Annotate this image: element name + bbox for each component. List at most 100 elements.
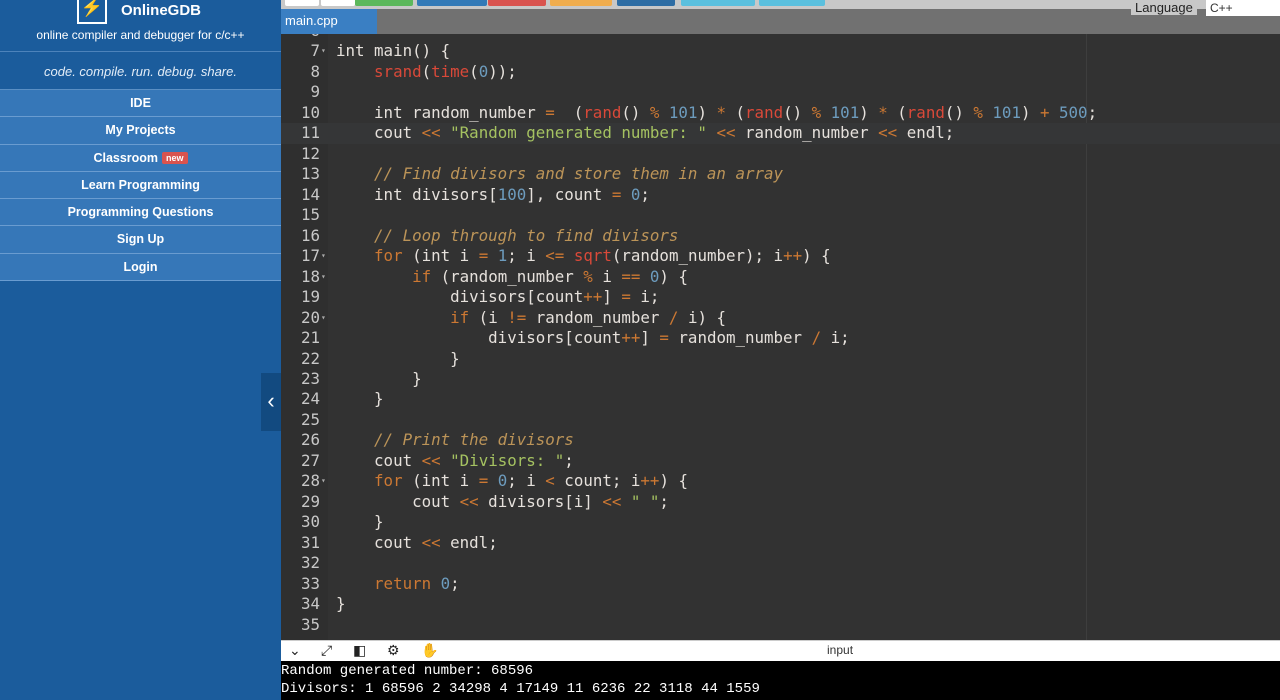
sidebar-item-sign-up[interactable]: Sign Up [0,226,281,254]
code-token: << [602,491,622,511]
toolbar-button[interactable] [285,0,319,6]
code-line[interactable]: 7 ▾ int main() { [281,41,1280,61]
code-line[interactable]: 9 [281,82,1280,102]
code-line[interactable]: 18 ▾ if (random_number % i == 0) { [281,267,1280,287]
code-line[interactable]: 28 ▾ for (int i = 0; i < count; i++) { [281,471,1280,491]
code-token: = [611,184,622,204]
sidebar-item-classroom[interactable]: Classroom new [0,144,281,172]
code-line[interactable]: 30 } [281,512,1280,532]
code-line[interactable]: 33 return 0; [281,574,1280,594]
code-line[interactable]: 13 // Find divisors and store them in an… [281,164,1280,184]
language-select[interactable]: C++ [1206,0,1280,16]
code-line[interactable]: 25 [281,410,1280,430]
code-line[interactable]: 31 cout << endl; [281,533,1280,553]
code-line[interactable]: 24 } [281,389,1280,409]
line-number: 15 [300,205,320,225]
collapse-sidebar-button[interactable]: ‹ [261,373,281,431]
program-output[interactable]: Random generated number: 68596 Divisors: … [281,661,1280,700]
code-text: if (random_number % i == 0) { [336,267,688,287]
code-line[interactable]: 10 int random_number = (rand() % 101) * … [281,103,1280,123]
sidebar-item-learn-programming[interactable]: Learn Programming [0,171,281,200]
code-line[interactable]: 16 // Loop through to find divisors [281,226,1280,246]
code-line[interactable]: 32 [281,553,1280,573]
code-token: 100 [497,184,527,204]
gear-icon[interactable]: ⚙ [387,642,400,659]
code-token: * [878,102,888,122]
code-token: random_number [668,328,812,348]
code-line[interactable]: 23 } [281,369,1280,389]
code-line[interactable]: 17 ▾ for (int i = 1; i <= sqrt(random_num… [281,246,1280,266]
toolbar-button[interactable] [681,0,755,6]
toolbar-button[interactable] [617,0,675,6]
toolbar-button[interactable] [321,0,355,6]
code-token: for [374,246,403,266]
code-text: } [336,389,384,409]
code-token: ( [469,61,479,81]
code-line[interactable]: 11 cout << "Random generated number: " <… [281,123,1280,144]
code-line[interactable]: 12 [281,144,1280,164]
clean-icon[interactable]: ✋ [421,642,438,659]
input-label[interactable]: input [827,643,853,657]
toolbar-button[interactable] [488,0,546,6]
fold-arrow-icon[interactable]: ▾ [321,308,326,328]
sidebar-item-ide[interactable]: IDE [0,90,281,118]
code-token: divisors[i] [478,491,603,511]
code-token: = [659,328,669,348]
sidebar-item-programming-questions[interactable]: Programming Questions [0,199,281,227]
brand-subtitle: online compiler and debugger for c/c++ [36,28,245,42]
fold-arrow-icon[interactable]: ▾ [321,471,326,491]
code-token: ) { [802,246,831,266]
code-line[interactable]: 27 cout << "Divisors: "; [281,451,1280,471]
brand-header[interactable]: ⚡ OnlineGDB online compiler and debugger… [0,0,281,52]
sidebar-item-login[interactable]: Login [0,253,281,282]
code-token: rand [583,102,622,122]
code-token: * [716,102,727,122]
line-number: 31 [300,532,320,552]
fold-arrow-icon[interactable]: ▾ [321,267,326,287]
code-text: divisors[count++] = random_number / i; [336,328,849,348]
code-token: // Print the divisors [374,430,574,450]
code-line[interactable]: 15 [281,205,1280,225]
code-line[interactable]: 19 divisors[count++] = i; [281,287,1280,307]
code-line[interactable]: 35 [281,615,1280,635]
toolbar-button[interactable] [759,0,825,6]
code-token: divisors[count [336,287,584,307]
code-token: if [412,266,432,286]
code-token: () [783,102,812,122]
code-line[interactable]: 14 int divisors[100], count = 0; [281,185,1280,205]
fold-arrow-icon[interactable]: ▾ [321,246,326,266]
line-number: 12 [300,143,320,163]
toolbar-button[interactable] [550,0,612,6]
code-text: // Find divisors and store them in an ar… [336,164,783,184]
code-token: rand [906,102,945,122]
sidebar-item-my-projects[interactable]: My Projects [0,117,281,145]
chevron-down-icon[interactable]: ⌄ [289,642,301,659]
code-token: ++ [583,287,603,307]
code-line[interactable]: 26 // Print the divisors [281,430,1280,450]
code-token: 0 [630,184,641,204]
tab-main-cpp[interactable]: main.cpp [281,9,377,34]
code-line[interactable]: 34} [281,594,1280,614]
code-line[interactable]: 21 divisors[count++] = random_number / i… [281,328,1280,348]
code-editor[interactable]: 67▾int main() {8 srand(time(0));910 int … [281,34,1280,640]
expand-icon[interactable]: ⤢ [321,642,332,659]
code-line[interactable]: 22 } [281,349,1280,369]
fold-arrow-icon[interactable]: ▾ [321,41,326,61]
code-line[interactable]: 29 cout << divisors[i] << " "; [281,492,1280,512]
code-line[interactable]: 8 srand(time(0)); [281,62,1280,82]
toolbar-button[interactable] [417,0,487,6]
code-line[interactable]: 6 [281,34,1280,41]
line-number: 17 [300,246,320,266]
code-token: i [592,266,622,286]
layout-icon[interactable]: ◧ [353,642,366,659]
code-line[interactable]: 20 ▾ if (i != random_number / i) { [281,308,1280,328]
code-text: // Loop through to find divisors [336,226,678,246]
code-token: i) { [678,307,726,327]
code-token: ; i [507,246,546,266]
toolbar-button[interactable] [355,0,413,6]
